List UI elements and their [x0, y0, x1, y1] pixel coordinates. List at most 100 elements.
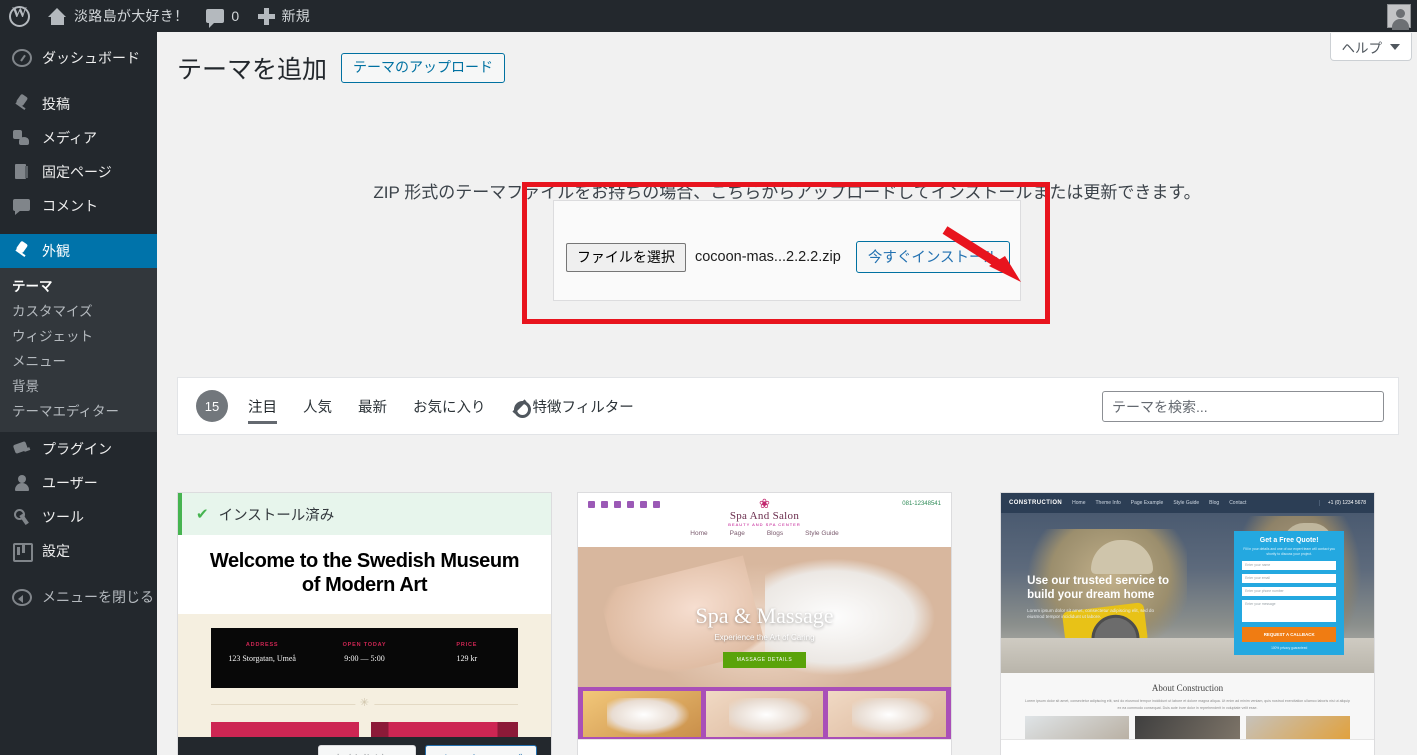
sidebar-item-label: 固定ページ — [42, 164, 112, 180]
theme-filter-bar: 15 注目 人気 最新 お気に入り 特徴フィルター — [177, 377, 1399, 435]
help-button[interactable]: ヘルプ — [1329, 33, 1412, 61]
sidebar-item-media[interactable]: メディア — [0, 121, 157, 155]
tab-label: 最新 — [358, 399, 387, 416]
nav-item: Theme Info — [1095, 500, 1121, 506]
comment-icon — [206, 9, 225, 28]
preview-nav: Home Page Blogs Style Guide — [578, 530, 951, 537]
user-icon — [12, 473, 32, 493]
nav-item: Style Guide — [1173, 500, 1200, 506]
nav-item: Contact — [1229, 500, 1247, 506]
preview-about-title: About Construction — [1151, 683, 1224, 693]
avatar[interactable] — [1387, 4, 1411, 30]
sidebar-subitem-customize[interactable]: カスタマイズ — [0, 299, 157, 324]
sidebar-item-posts[interactable]: 投稿 — [0, 87, 157, 121]
page-header: テーマを追加 テーマのアップロード — [177, 50, 506, 86]
sidebar-item-settings[interactable]: 設定 — [0, 534, 157, 568]
sidebar-subitem-menus[interactable]: メニュー — [0, 349, 157, 374]
installed-label: インストール済み — [218, 507, 335, 524]
tab-feature-filter[interactable]: 特徴フィルター — [512, 377, 634, 435]
home-icon — [48, 7, 67, 25]
tab-featured[interactable]: 注目 — [248, 377, 277, 435]
nav-item: Page Example — [1130, 500, 1164, 506]
tools-wrench-icon — [12, 507, 32, 527]
sidebar-item-pages[interactable]: 固定ページ — [0, 155, 157, 189]
nav-item: Style Guide — [805, 530, 839, 537]
theme-card[interactable]: 081-12348541 ❀ Spa And Salon BEAUTY AND … — [577, 492, 952, 755]
search-input[interactable] — [1102, 391, 1384, 422]
collapse-arrow-icon — [12, 588, 32, 606]
dashboard-icon — [12, 49, 32, 67]
sidebar-item-appearance[interactable]: 外観 — [0, 234, 165, 268]
tab-label: 特徴フィルター — [532, 399, 634, 416]
sidebar-item-label: ダッシュボード — [42, 50, 140, 66]
installed-badge: ✔ インストール済み — [178, 493, 551, 535]
form-field: Enter your email — [1242, 573, 1337, 583]
new-content-menu[interactable]: 新規 — [249, 0, 320, 32]
gear-icon — [512, 399, 531, 418]
form-submit-button: REQUEST A CALLBACK — [1242, 626, 1337, 642]
sidebar-item-label: 投稿 — [42, 96, 70, 112]
nav-item: Page — [729, 530, 745, 537]
preview-headline: Welcome to the Swedish Museum of Modern … — [209, 550, 520, 597]
preview-divider — [211, 703, 518, 705]
theme-screenshot: CONSTRUCTION Home Theme Info Page Exampl… — [1001, 493, 1374, 741]
sidebar-subitem-theme-editor[interactable]: テーマエディター — [0, 399, 157, 424]
admin-sidebar: ダッシュボード 投稿 メディア 固定ページ コメント 外観 テーマ カスタマイズ… — [0, 32, 165, 755]
social-icons — [588, 501, 660, 508]
theme-card[interactable]: CONSTRUCTION Home Theme Info Page Exampl… — [1000, 492, 1375, 755]
sidebar-item-users[interactable]: ユーザー — [0, 466, 157, 500]
sidebar-subitem-themes[interactable]: テーマ — [0, 274, 157, 299]
preview-thumb-strip — [1001, 712, 1374, 740]
pin-icon — [12, 94, 32, 114]
tab-latest[interactable]: 最新 — [358, 377, 387, 435]
help-label: ヘルプ — [1341, 40, 1383, 56]
theme-active-button[interactable]: 有効化済み — [318, 745, 417, 755]
sidebar-item-label: ユーザー — [42, 475, 98, 491]
tab-popular[interactable]: 人気 — [303, 377, 332, 435]
preview-phone: 081-12348541 — [902, 501, 941, 507]
sidebar-item-plugins[interactable]: プラグイン — [0, 432, 157, 466]
theme-name: Construction Landing Page — [1001, 739, 1374, 755]
theme-screenshot: 081-12348541 ❀ Spa And Salon BEAUTY AND … — [578, 493, 951, 741]
tab-label: 人気 — [303, 399, 332, 416]
nav-item: Blog — [1209, 500, 1220, 506]
sidebar-item-dashboard[interactable]: ダッシュボード — [0, 41, 157, 75]
admin-bar: 淡路島が大好き！ 0 新規 — [0, 0, 1417, 32]
preview-brand: CONSTRUCTION — [1009, 500, 1063, 506]
sidebar-item-label: ツール — [42, 509, 84, 525]
comments-menu[interactable]: 0 — [197, 0, 248, 32]
wp-logo-menu[interactable] — [0, 0, 39, 32]
check-icon: ✔ — [196, 506, 209, 523]
info-label: ADDRESS — [245, 641, 279, 648]
sidebar-collapse-menu[interactable]: メニューを閉じる — [0, 580, 157, 614]
nav-item: Blogs — [766, 530, 784, 537]
sidebar-subitem-widgets[interactable]: ウィジェット — [0, 324, 157, 349]
form-title: Get a Free Quote! — [1259, 536, 1319, 544]
sidebar-item-label: 設定 — [42, 543, 70, 559]
info-value: 129 kr — [456, 653, 478, 663]
theme-customize-button[interactable]: カスタマイズ — [425, 745, 537, 755]
form-field: Enter your phone number — [1242, 586, 1337, 596]
info-label: OPEN TODAY — [342, 641, 387, 648]
sidebar-subitem-background[interactable]: 背景 — [0, 374, 157, 399]
comment-icon — [12, 196, 32, 216]
preview-subtext: Lorem ipsum dolor sit amet, consectetur … — [1027, 607, 1155, 620]
main-content: ヘルプ テーマを追加 テーマのアップロード ZIP 形式のテーマファイルをお持ち… — [157, 32, 1417, 755]
preview-hero-cta: MASSAGE DETAILS — [722, 652, 807, 668]
preview-hero-subtitle: Experience the Art of Caring — [714, 633, 815, 642]
form-field: Enter your name — [1242, 560, 1337, 570]
sidebar-item-label: メディア — [42, 130, 98, 146]
annotation-red-box — [522, 182, 1050, 324]
upload-theme-button[interactable]: テーマのアップロード — [341, 52, 506, 84]
preview-phone: +1 (0) 1234 5678 — [1318, 500, 1366, 506]
sidebar-item-comments[interactable]: コメント — [0, 189, 157, 223]
tab-favorites[interactable]: お気に入り — [413, 377, 486, 435]
theme-card[interactable]: ✔ インストール済み Welcome to the Swedish Museum… — [177, 492, 552, 755]
theme-screenshot: Welcome to the Swedish Museum of Modern … — [178, 535, 551, 749]
sidebar-item-tools[interactable]: ツール — [0, 500, 157, 534]
site-name-menu[interactable]: 淡路島が大好き！ — [39, 0, 197, 32]
preview-about-text: Lorem ipsum dolor sit amet, consectetur … — [1025, 699, 1350, 710]
comment-count: 0 — [231, 8, 240, 24]
appearance-brush-icon — [12, 241, 32, 261]
theme-name: Spa and Salon — [578, 739, 951, 755]
